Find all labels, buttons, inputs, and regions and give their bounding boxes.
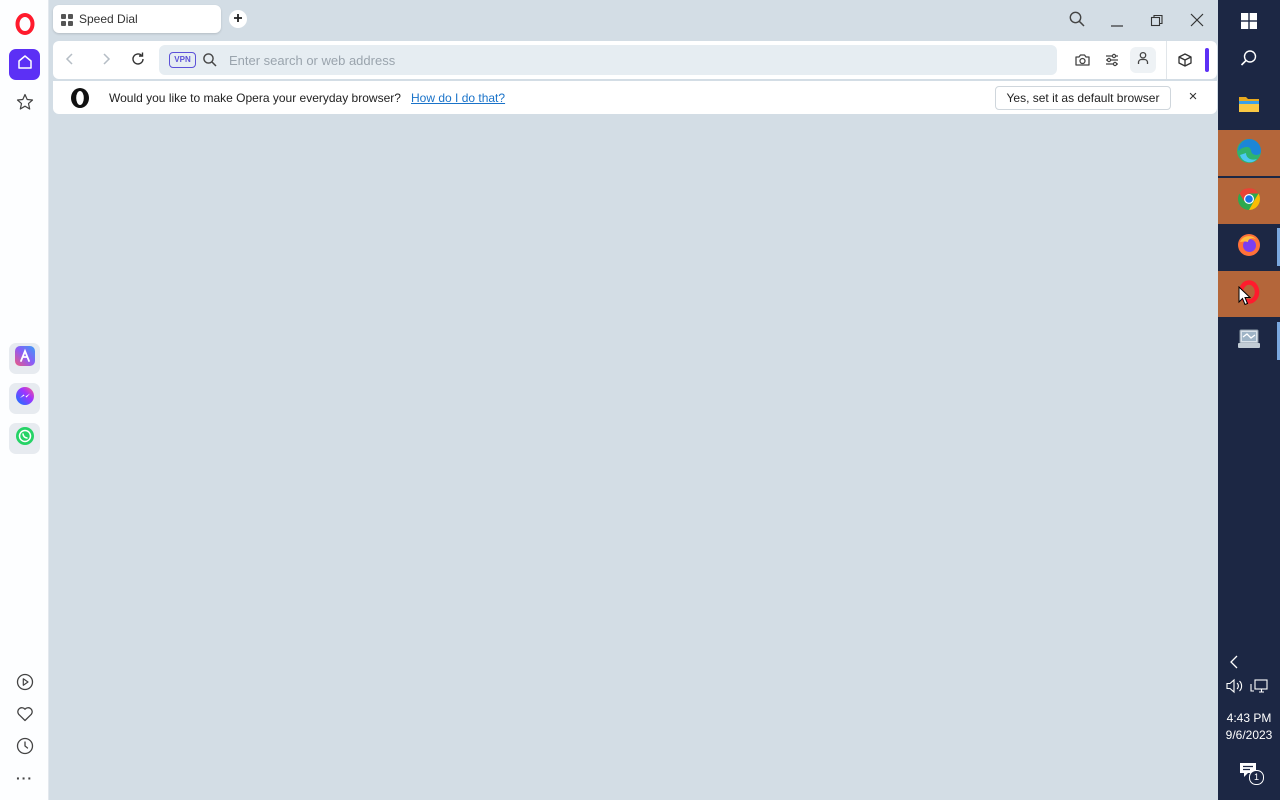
- minimize-button[interactable]: [1108, 12, 1128, 32]
- mouse-cursor-icon: [1238, 285, 1252, 311]
- edge-icon: [1236, 138, 1262, 169]
- address-search-icon: [202, 52, 218, 73]
- opera-logo[interactable]: [14, 12, 36, 36]
- taskbar-chrome[interactable]: [1218, 178, 1280, 224]
- taskbar-firefox[interactable]: [1218, 224, 1280, 270]
- firefox-icon: [1237, 233, 1261, 262]
- account-button[interactable]: [1130, 47, 1156, 73]
- folder-icon: [1238, 94, 1260, 119]
- notification-count-badge: 1: [1249, 770, 1264, 785]
- search-icon: [1068, 11, 1086, 32]
- restore-button[interactable]: [1148, 12, 1168, 32]
- control-panel-icon: [1237, 328, 1261, 355]
- close-window-button[interactable]: [1188, 11, 1208, 31]
- action-center-button[interactable]: 1: [1239, 761, 1264, 785]
- chrome-icon: [1237, 187, 1261, 216]
- easy-setup-button[interactable]: [1104, 52, 1120, 73]
- bookmarks-button[interactable]: [9, 89, 40, 120]
- windows-taskbar: 4:43 PM 9/6/2023 1: [1218, 0, 1280, 800]
- back-button[interactable]: [62, 51, 78, 72]
- play-circle-icon: [16, 673, 34, 696]
- plus-icon: [233, 10, 243, 28]
- speaker-icon: [1226, 678, 1244, 698]
- new-tab-button[interactable]: [229, 10, 247, 28]
- network-icon: [1250, 679, 1268, 698]
- taskbar-file-explorer[interactable]: [1218, 83, 1280, 129]
- whatsapp-button[interactable]: [9, 423, 40, 454]
- chevron-right-icon: [98, 53, 114, 71]
- address-input[interactable]: [229, 50, 1029, 70]
- taskbar-control-panel[interactable]: [1218, 318, 1280, 364]
- player-button[interactable]: [9, 669, 40, 700]
- restore-icon: [1148, 14, 1166, 34]
- snapshot-button[interactable]: [1074, 52, 1091, 73]
- more-dots-icon: ···: [16, 769, 33, 786]
- messenger-icon: [15, 386, 35, 411]
- home-button[interactable]: [9, 49, 40, 80]
- reload-icon: [130, 52, 146, 71]
- forward-button[interactable]: [98, 51, 114, 72]
- star-icon: [16, 93, 34, 116]
- toolbar-divider: [1166, 41, 1167, 79]
- sidebar-toggle-indicator[interactable]: [1205, 48, 1209, 72]
- camera-icon: [1074, 54, 1091, 72]
- clock-time: 4:43 PM: [1226, 711, 1272, 725]
- clock-date: 9/6/2023: [1225, 728, 1273, 742]
- search-icon: [1240, 49, 1258, 72]
- taskbar-edge[interactable]: [1218, 130, 1280, 176]
- more-button[interactable]: ···: [9, 762, 40, 793]
- cube-icon: [1177, 53, 1193, 72]
- volume-button[interactable]: [1226, 678, 1244, 699]
- aria-icon: [14, 346, 35, 371]
- home-icon: [17, 54, 33, 75]
- extensions-button[interactable]: [1177, 52, 1193, 73]
- show-hidden-icons-button[interactable]: [1227, 654, 1241, 675]
- taskbar-clock[interactable]: 4:43 PM 9/6/2023: [1218, 710, 1280, 744]
- history-button[interactable]: [9, 733, 40, 764]
- address-bar[interactable]: [159, 45, 1057, 75]
- settings-sliders-icon: [1104, 53, 1120, 72]
- messenger-button[interactable]: [9, 383, 40, 414]
- aria-button[interactable]: [9, 343, 40, 374]
- opera-logo-icon: [68, 86, 92, 115]
- chevron-left-icon: [1227, 655, 1241, 674]
- notification-close-button[interactable]: ×: [1185, 88, 1201, 106]
- set-default-browser-button[interactable]: Yes, set it as default browser: [995, 86, 1171, 110]
- windows-logo-icon: [1241, 12, 1257, 34]
- minimize-icon: [1108, 17, 1126, 34]
- network-button[interactable]: [1250, 678, 1268, 699]
- whatsapp-icon: [15, 426, 35, 451]
- speed-dial-grid-icon: [61, 13, 73, 31]
- opera-sidebar: ···: [0, 0, 49, 800]
- my-flow-button[interactable]: [9, 701, 40, 732]
- tab-title: Speed Dial: [79, 12, 138, 26]
- tab-speed-dial[interactable]: Speed Dial: [53, 5, 221, 33]
- vpn-badge[interactable]: VPN: [169, 52, 196, 68]
- clock-icon: [16, 737, 34, 760]
- taskbar-search-button[interactable]: [1218, 37, 1280, 83]
- notification-message: Would you like to make Opera your everyd…: [109, 91, 401, 105]
- user-icon: [1136, 51, 1150, 70]
- reload-button[interactable]: [130, 51, 146, 72]
- tab-search-button[interactable]: [1068, 10, 1088, 30]
- close-icon: [1188, 13, 1206, 33]
- heart-icon: [16, 705, 34, 728]
- chevron-left-icon: [62, 53, 78, 71]
- how-to-link[interactable]: How do I do that?: [411, 91, 505, 105]
